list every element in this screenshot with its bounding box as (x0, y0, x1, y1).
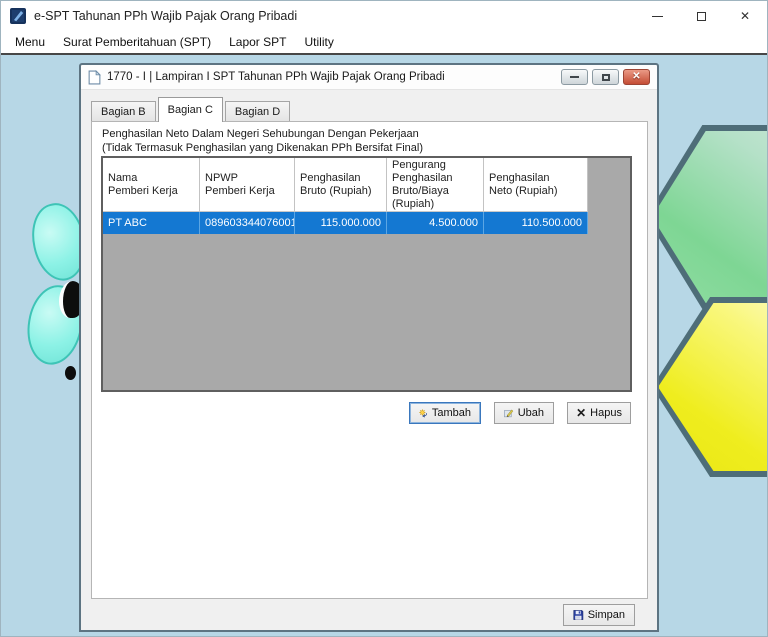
grid-empty-area (103, 234, 630, 390)
app-title: e-SPT Tahunan PPh Wajib Pajak Orang Prib… (34, 9, 297, 23)
table-row-selected[interactable]: PT ABC 089603344076001 115.000.000 4.500… (103, 212, 630, 234)
header-line: Nama (108, 172, 194, 185)
header-line: Pemberi Kerja (205, 185, 289, 198)
column-header-pengurang-penghasilan[interactable]: Pengurang Penghasilan Bruto/Biaya (Rupia… (387, 158, 484, 212)
employers-data-grid: Nama Pemberi Kerja NPWP Pemberi Kerja Pe… (101, 156, 632, 392)
ubah-label: Ubah (518, 407, 544, 419)
close-icon: ✕ (740, 10, 750, 22)
tambah-label: Tambah (432, 407, 471, 419)
menu-item-lapor-spt[interactable]: Lapor SPT (220, 31, 295, 53)
edit-icon (504, 407, 514, 419)
tambah-button[interactable]: Tambah (409, 402, 481, 424)
application-window: e-SPT Tahunan PPh Wajib Pajak Orang Prib… (0, 0, 768, 637)
tab-bagian-d[interactable]: Bagian D (225, 101, 290, 121)
app-icon (10, 8, 26, 24)
menubar: Menu Surat Pemberitahuan (SPT) Lapor SPT… (1, 31, 767, 53)
cell-neto: 110.500.000 (484, 212, 588, 234)
column-header-npwp-pemberi-kerja[interactable]: NPWP Pemberi Kerja (200, 158, 295, 212)
header-line: Penghasilan (392, 172, 478, 185)
tabpage-bagian-c: Penghasilan Neto Dalam Negeri Sehubungan… (91, 121, 648, 599)
cell-nama: PT ABC (103, 212, 200, 234)
menu-item-utility[interactable]: Utility (295, 31, 342, 53)
child-close-icon: ✕ (632, 72, 640, 82)
maximize-button[interactable] (679, 1, 723, 31)
cell-bruto: 115.000.000 (295, 212, 387, 234)
cell-pengurang: 4.500.000 (387, 212, 484, 234)
header-line: Neto (Rupiah) (489, 185, 582, 198)
child-window-title: 1770 - I | Lampiran I SPT Tahunan PPh Wa… (107, 71, 445, 83)
record-actions: Tambah Ubah ✕ Hapus (409, 402, 631, 424)
wallpaper-green-hexagon (646, 125, 767, 309)
header-line: Bruto/Biaya (392, 185, 478, 198)
column-header-penghasilan-neto[interactable]: Penghasilan Neto (Rupiah) (484, 158, 588, 212)
cell-npwp: 089603344076001 (200, 212, 295, 234)
child-minimize-button[interactable] (561, 69, 588, 85)
header-line: Pemberi Kerja (108, 185, 194, 198)
child-window-body: Bagian B Bagian C Bagian D Penghasilan N… (81, 90, 657, 631)
tab-strip: Bagian B Bagian C Bagian D (91, 97, 292, 121)
menu-item-menu[interactable]: Menu (6, 31, 54, 53)
tab-bagian-b[interactable]: Bagian B (91, 101, 156, 121)
delete-x-icon: ✕ (576, 407, 586, 419)
child-minimize-icon (570, 76, 579, 78)
close-button[interactable]: ✕ (723, 1, 767, 31)
header-line: (Rupiah) (392, 198, 478, 211)
wallpaper-black-shape (65, 366, 76, 380)
header-line: Bruto (Rupiah) (300, 185, 381, 198)
save-floppy-icon (573, 608, 584, 622)
header-line: NPWP (205, 172, 289, 185)
section-description-line2: (Tidak Termasuk Penghasilan yang Dikenak… (102, 142, 647, 155)
maximize-icon (697, 12, 706, 21)
grid-header-row: Nama Pemberi Kerja NPWP Pemberi Kerja Pe… (103, 158, 630, 212)
simpan-label: Simpan (588, 609, 625, 621)
simpan-button[interactable]: Simpan (563, 604, 635, 626)
column-header-penghasilan-bruto[interactable]: Penghasilan Bruto (Rupiah) (295, 158, 387, 212)
app-titlebar: e-SPT Tahunan PPh Wajib Pajak Orang Prib… (1, 1, 767, 31)
row-filler (588, 212, 630, 234)
menu-item-surat-pemberitahuan[interactable]: Surat Pemberitahuan (SPT) (54, 31, 220, 53)
section-description-line1: Penghasilan Neto Dalam Negeri Sehubungan… (102, 128, 647, 141)
child-window-1770-lampiran: 1770 - I | Lampiran I SPT Tahunan PPh Wa… (79, 63, 659, 632)
ubah-button[interactable]: Ubah (494, 402, 554, 424)
hapus-button[interactable]: ✕ Hapus (567, 402, 631, 424)
add-record-icon (419, 407, 428, 420)
document-icon (88, 70, 101, 85)
header-line: Penghasilan (300, 172, 381, 185)
child-maximize-button[interactable] (592, 69, 619, 85)
child-close-button[interactable]: ✕ (623, 69, 650, 85)
wallpaper-yellow-hexagon (652, 297, 767, 477)
header-line: Penghasilan (489, 172, 582, 185)
grid-header-filler (588, 158, 630, 212)
minimize-icon (652, 16, 663, 17)
child-window-titlebar[interactable]: 1770 - I | Lampiran I SPT Tahunan PPh Wa… (81, 65, 657, 90)
mdi-desktop: 1770 - I | Lampiran I SPT Tahunan PPh Wa… (1, 55, 767, 637)
minimize-button[interactable] (635, 1, 679, 31)
header-line: Pengurang (392, 159, 478, 172)
child-maximize-icon (602, 74, 610, 81)
column-header-nama-pemberi-kerja[interactable]: Nama Pemberi Kerja (103, 158, 200, 212)
tab-bagian-c[interactable]: Bagian C (158, 97, 223, 122)
hapus-label: Hapus (590, 407, 622, 419)
